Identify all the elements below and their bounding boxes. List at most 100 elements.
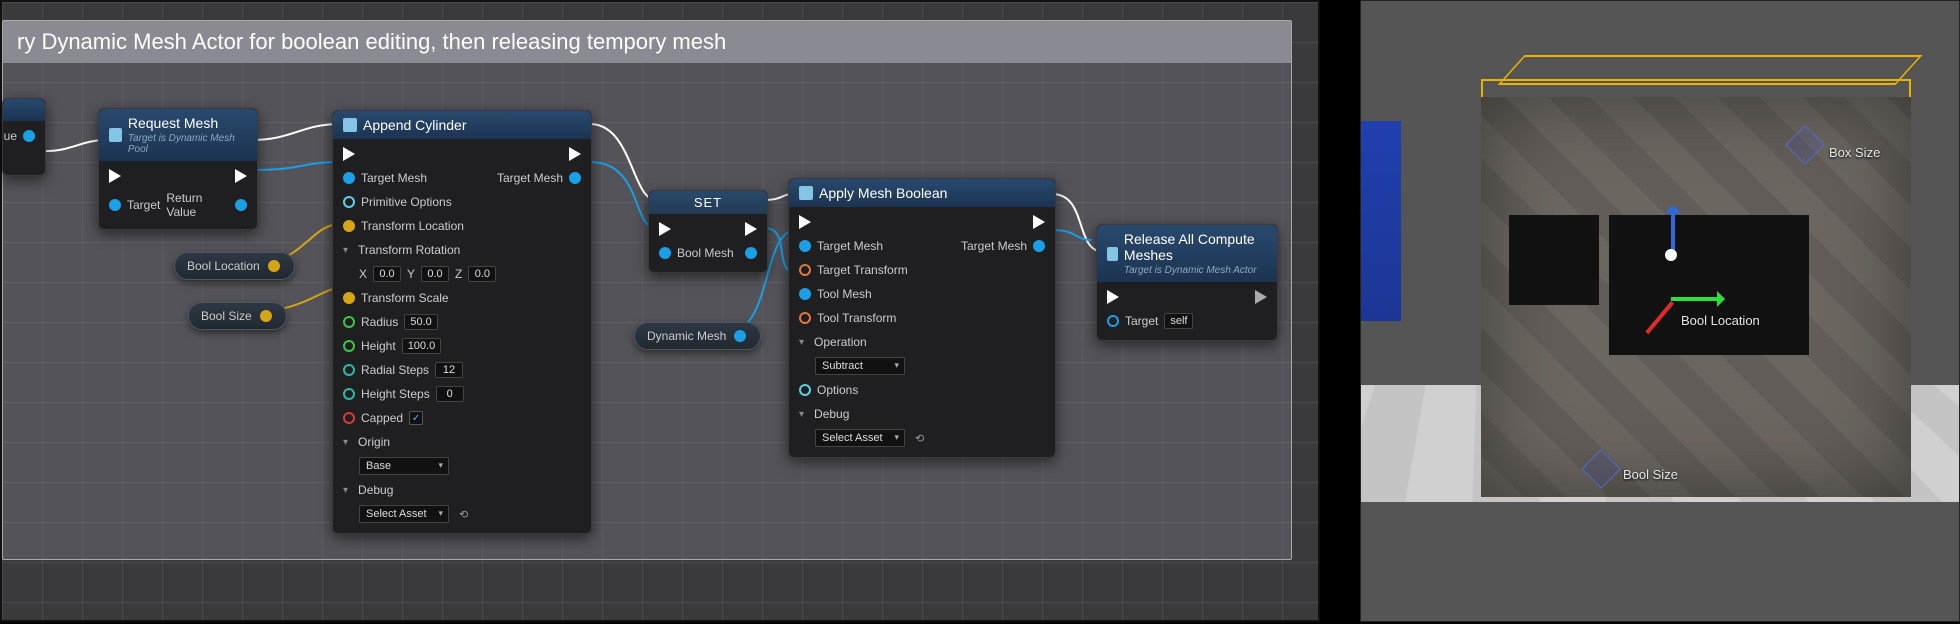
release-subtitle: Target is Dynamic Mesh Actor xyxy=(1124,265,1267,276)
node-release-meshes[interactable]: Release All Compute Meshes Target is Dyn… xyxy=(1096,224,1278,341)
debug-dropdown[interactable]: Select Asset xyxy=(815,429,905,447)
target-mesh-out-pin[interactable] xyxy=(569,172,581,184)
exec-in-pin[interactable] xyxy=(1107,290,1119,304)
bool-location-label: Bool Location xyxy=(187,259,260,273)
capped-pin[interactable] xyxy=(343,412,355,424)
bool-mesh-out-pin[interactable] xyxy=(745,247,757,259)
dynamic-mesh-out-pin[interactable] xyxy=(734,330,746,342)
target-pin[interactable] xyxy=(1107,315,1119,327)
var-dynamic-mesh[interactable]: Dynamic Mesh xyxy=(634,322,761,350)
radial-steps-input[interactable]: 12 xyxy=(435,362,463,378)
target-mesh-label: Target Mesh xyxy=(817,239,883,253)
node-append-cylinder[interactable]: Append Cylinder Target Mesh Target Mesh … xyxy=(332,110,592,534)
apply-boolean-title: Apply Mesh Boolean xyxy=(819,185,947,201)
boolean-hole xyxy=(1509,215,1599,305)
expand-icon[interactable]: ▾ xyxy=(343,245,348,256)
target-mesh-out-pin[interactable] xyxy=(1033,240,1045,252)
radial-steps-label: Radial Steps xyxy=(361,363,429,377)
debug-dropdown[interactable]: Select Asset xyxy=(359,505,449,523)
operation-dropdown[interactable]: Subtract xyxy=(815,357,905,375)
bool-size-out-pin[interactable] xyxy=(260,310,272,322)
operation-label: Operation xyxy=(814,335,867,349)
radial-steps-pin[interactable] xyxy=(343,364,355,376)
height-steps-input[interactable]: 0 xyxy=(436,386,464,402)
target-mesh-label: Target Mesh xyxy=(361,171,427,185)
tool-mesh-pin[interactable] xyxy=(799,288,811,300)
function-icon xyxy=(1107,247,1118,261)
node-request-mesh[interactable]: Request Mesh Target is Dynamic Mesh Pool… xyxy=(98,108,258,230)
radius-pin[interactable] xyxy=(343,316,355,328)
rot-y-input[interactable]: 0.0 xyxy=(421,266,449,282)
node-set[interactable]: SET Bool Mesh xyxy=(648,190,768,273)
origin-label: Origin xyxy=(358,435,390,449)
target-transform-pin[interactable] xyxy=(799,264,811,276)
entry-out-pin[interactable] xyxy=(23,130,35,142)
exec-out-pin[interactable] xyxy=(745,222,757,236)
target-mesh-in-pin[interactable] xyxy=(343,172,355,184)
bool-size-label: Bool Size xyxy=(1623,467,1678,482)
origin-dropdown[interactable]: Base xyxy=(359,457,449,475)
primitive-options-label: Primitive Options xyxy=(361,195,452,209)
return-pin[interactable] xyxy=(235,199,247,211)
panel-divider[interactable] xyxy=(1320,0,1360,622)
var-bool-location[interactable]: Bool Location xyxy=(174,252,295,280)
reset-icon[interactable]: ⟲ xyxy=(915,432,924,445)
bool-location-out-pin[interactable] xyxy=(268,260,280,272)
tool-transform-pin[interactable] xyxy=(799,312,811,324)
reset-icon[interactable]: ⟲ xyxy=(459,508,468,521)
set-title: SET xyxy=(649,191,767,214)
gizmo-z-axis[interactable] xyxy=(1671,207,1675,255)
height-input[interactable]: 100.0 xyxy=(402,338,442,354)
bool-mesh-label: Bool Mesh xyxy=(677,246,734,260)
gizmo-origin[interactable] xyxy=(1665,249,1677,261)
exec-in-pin[interactable] xyxy=(799,215,811,229)
comment-title[interactable]: ry Dynamic Mesh Actor for boolean editin… xyxy=(3,21,1291,63)
rot-y-label: Y xyxy=(407,267,415,281)
exec-out-pin[interactable] xyxy=(569,147,581,161)
exec-in-pin[interactable] xyxy=(343,147,355,161)
height-steps-pin[interactable] xyxy=(343,388,355,400)
height-pin[interactable] xyxy=(343,340,355,352)
tool-mesh-label: Tool Mesh xyxy=(817,287,872,301)
transform-location-pin[interactable] xyxy=(343,220,355,232)
expand-icon[interactable]: ▾ xyxy=(343,485,348,496)
primitive-options-pin[interactable] xyxy=(343,196,355,208)
node-entry[interactable]: ue xyxy=(2,98,46,176)
target-self-value[interactable]: self xyxy=(1164,313,1193,329)
options-pin[interactable] xyxy=(799,384,811,396)
target-mesh-out-label: Target Mesh xyxy=(497,171,563,185)
target-label: Target xyxy=(1125,314,1158,328)
target-mesh-out-label: Target Mesh xyxy=(961,239,1027,253)
request-mesh-title: Request Mesh xyxy=(128,115,218,131)
exec-out-pin[interactable] xyxy=(1255,290,1267,304)
exec-in-pin[interactable] xyxy=(659,222,671,236)
return-label: Return Value xyxy=(166,191,229,219)
translate-gizmo[interactable] xyxy=(1671,253,1771,353)
height-steps-label: Height Steps xyxy=(361,387,430,401)
radius-input[interactable]: 50.0 xyxy=(404,314,437,330)
expand-icon[interactable]: ▾ xyxy=(799,337,804,348)
var-bool-size[interactable]: Bool Size xyxy=(188,302,287,330)
exec-in-pin[interactable] xyxy=(109,169,121,183)
rot-z-input[interactable]: 0.0 xyxy=(468,266,496,282)
append-cylinder-title: Append Cylinder xyxy=(363,117,467,133)
background-mesh xyxy=(1361,121,1401,321)
exec-out-pin[interactable] xyxy=(235,169,247,183)
rot-x-input[interactable]: 0.0 xyxy=(373,266,401,282)
target-pin[interactable] xyxy=(109,199,121,211)
transform-scale-pin[interactable] xyxy=(343,292,355,304)
radius-label: Radius xyxy=(361,315,398,329)
capped-checkbox[interactable]: ✓ xyxy=(409,411,423,425)
viewport-3d[interactable]: Box Size Bool Location Bool Size xyxy=(1360,0,1960,622)
node-apply-mesh-boolean[interactable]: Apply Mesh Boolean Target Mesh Target Me… xyxy=(788,178,1056,458)
rot-z-label: Z xyxy=(455,267,462,281)
height-label: Height xyxy=(361,339,396,353)
bool-mesh-in-pin[interactable] xyxy=(659,247,671,259)
gizmo-y-axis[interactable] xyxy=(1671,297,1723,301)
expand-icon[interactable]: ▾ xyxy=(343,437,348,448)
expand-icon[interactable]: ▾ xyxy=(799,409,804,420)
blueprint-graph[interactable]: ry Dynamic Mesh Actor for boolean editin… xyxy=(0,0,1320,622)
debug-label: Debug xyxy=(814,407,849,421)
target-mesh-in-pin[interactable] xyxy=(799,240,811,252)
exec-out-pin[interactable] xyxy=(1033,215,1045,229)
